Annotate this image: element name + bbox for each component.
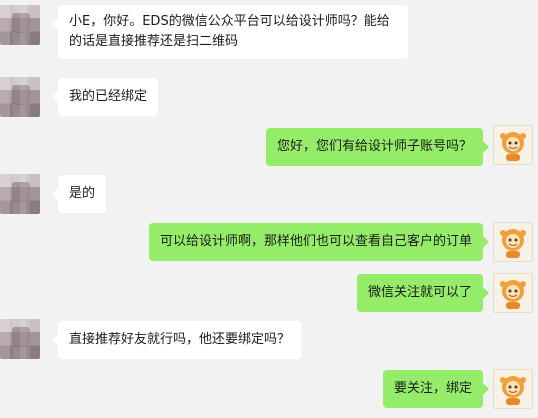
self-avatar[interactable] bbox=[493, 125, 533, 165]
cartoon-character-icon bbox=[500, 132, 526, 161]
incoming-message-bubble: 是的 bbox=[51, 175, 107, 213]
contact-avatar[interactable] bbox=[0, 77, 40, 117]
incoming-message-bubble: 直接推荐好友就行吗，他还要绑定吗？ bbox=[51, 321, 302, 359]
contact-avatar[interactable] bbox=[0, 174, 40, 214]
message-text: 直接推荐好友就行吗，他还要绑定吗？ bbox=[69, 332, 291, 347]
message-text: 您好，您们有给设计师子账号吗？ bbox=[276, 139, 472, 154]
message-text: 我的已经绑定 bbox=[69, 89, 148, 104]
contact-avatar[interactable] bbox=[0, 5, 40, 45]
message-text: 是的 bbox=[69, 186, 96, 201]
message-text: 可以给设计师啊，那样他们也可以查看自己客户的订单 bbox=[159, 234, 472, 249]
message-text: 微信关注就可以了 bbox=[367, 285, 472, 300]
incoming-message-bubble: 我的已经绑定 bbox=[51, 78, 159, 116]
outgoing-message-bubble: 可以给设计师啊，那样他们也可以查看自己客户的订单 bbox=[148, 223, 490, 261]
message-text: 小E，你好。EDS的微信公众平台可以给设计师吗？能给的话是直接推荐还是扫二维码 bbox=[69, 14, 390, 49]
cartoon-character-icon bbox=[500, 280, 526, 309]
self-avatar[interactable] bbox=[493, 273, 533, 313]
chat-conversation: 小E，你好。EDS的微信公众平台可以给设计师吗？能给的话是直接推荐还是扫二维码 … bbox=[0, 0, 538, 418]
contact-avatar[interactable] bbox=[0, 319, 40, 359]
outgoing-message-bubble: 您好，您们有给设计师子账号吗？ bbox=[265, 128, 490, 166]
message-text: 要关注，绑定 bbox=[393, 381, 472, 396]
self-avatar[interactable] bbox=[493, 222, 533, 262]
outgoing-message-bubble: 要关注，绑定 bbox=[382, 370, 490, 408]
cartoon-character-icon bbox=[500, 229, 526, 258]
self-avatar[interactable] bbox=[493, 369, 533, 409]
incoming-message-bubble: 小E，你好。EDS的微信公众平台可以给设计师吗？能给的话是直接推荐还是扫二维码 bbox=[52, 5, 408, 59]
outgoing-message-bubble: 微信关注就可以了 bbox=[356, 274, 490, 312]
cartoon-character-icon bbox=[500, 376, 526, 405]
